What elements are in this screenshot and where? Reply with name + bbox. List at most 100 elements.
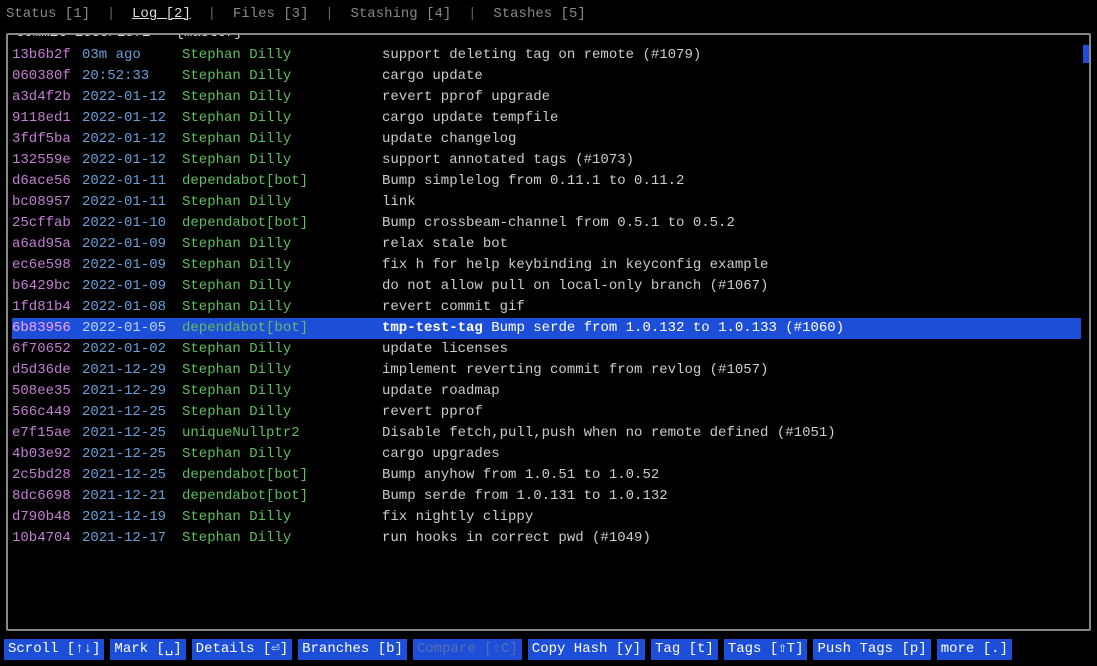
commit-message: run hooks in correct pwd (#1049) — [382, 528, 651, 549]
commit-author: dependabot[bot] — [182, 318, 382, 339]
commit-message: revert pprof — [382, 402, 483, 423]
action-scroll[interactable]: Scroll [↑↓] — [4, 639, 104, 660]
commit-message-text: revert commit gif — [382, 299, 525, 315]
commit-date: 2021-12-25 — [82, 402, 182, 423]
commit-author: Stephan Dilly — [182, 297, 382, 318]
commit-author: Stephan Dilly — [182, 444, 382, 465]
commit-row[interactable]: 10b47042021-12-17Stephan Dillyrun hooks … — [12, 528, 1081, 549]
tab-separator: | — [308, 4, 350, 25]
commit-hash: 508ee35 — [12, 381, 82, 402]
commit-row[interactable]: 132559e2022-01-12Stephan Dillysupport an… — [12, 150, 1081, 171]
footer-actions: Scroll [↑↓] Mark [␣] Details [⏎] Branches [… — [0, 635, 1097, 666]
action-more[interactable]: more [.] — [937, 639, 1012, 660]
commit-row[interactable]: a3d4f2b2022-01-12Stephan Dillyrevert ppr… — [12, 87, 1081, 108]
commit-row[interactable]: ec6e5982022-01-09Stephan Dillyfix h for … — [12, 255, 1081, 276]
commit-row[interactable]: b6429bc2022-01-09Stephan Dillydo not all… — [12, 276, 1081, 297]
commit-date: 2022-01-12 — [82, 108, 182, 129]
tab-files[interactable]: Files [3] — [233, 4, 309, 25]
commit-author: Stephan Dilly — [182, 66, 382, 87]
commit-date: 2022-01-11 — [82, 171, 182, 192]
commit-hash: 2c5bd28 — [12, 465, 82, 486]
commit-row[interactable]: 6f706522022-01-02Stephan Dillyupdate lic… — [12, 339, 1081, 360]
tab-separator: | — [90, 4, 132, 25]
commit-row[interactable]: 4b03e922021-12-25Stephan Dillycargo upgr… — [12, 444, 1081, 465]
commit-row[interactable]: 060380f20:52:33Stephan Dillycargo update — [12, 66, 1081, 87]
tab-bar: Status [1] | Log [2] | Files [3] | Stash… — [0, 0, 1097, 29]
commit-hash: 9118ed1 — [12, 108, 82, 129]
commit-row[interactable]: a6ad95a2022-01-09Stephan Dillyrelax stal… — [12, 234, 1081, 255]
commit-row[interactable]: 9118ed12022-01-12Stephan Dillycargo upda… — [12, 108, 1081, 129]
commit-row[interactable]: d790b482021-12-19Stephan Dillyfix nightl… — [12, 507, 1081, 528]
action-mark[interactable]: Mark [␣] — [110, 639, 185, 660]
tab-log[interactable]: Log [2] — [132, 4, 191, 25]
action-details[interactable]: Details [⏎] — [192, 639, 292, 660]
action-branches[interactable]: Branches [b] — [298, 639, 407, 660]
commit-date: 2021-12-25 — [82, 444, 182, 465]
commit-hash: b6429bc — [12, 276, 82, 297]
commit-hash: 4b03e92 — [12, 444, 82, 465]
scrollbar-thumb[interactable] — [1083, 45, 1089, 63]
commit-hash: 10b4704 — [12, 528, 82, 549]
commit-message-text: Bump simplelog from 0.11.1 to 0.11.2 — [382, 173, 684, 189]
commit-author: dependabot[bot] — [182, 465, 382, 486]
commit-message: fix h for help keybinding in keyconfig e… — [382, 255, 768, 276]
commit-author: Stephan Dilly — [182, 192, 382, 213]
tab-status[interactable]: Status [1] — [6, 4, 90, 25]
commit-message-text: do not allow pull on local-only branch (… — [382, 278, 768, 294]
commit-date: 2022-01-11 — [82, 192, 182, 213]
commit-author: dependabot[bot] — [182, 213, 382, 234]
action-copy[interactable]: Copy Hash [y] — [528, 639, 645, 660]
commit-row[interactable]: 566c4492021-12-25Stephan Dillyrevert ppr… — [12, 402, 1081, 423]
commit-message: Disable fetch,pull,push when no remote d… — [382, 423, 836, 444]
commit-row[interactable]: 6b839562022-01-05dependabot[bot]tmp-test… — [12, 318, 1081, 339]
commit-hash: d5d36de — [12, 360, 82, 381]
commit-message: update changelog — [382, 129, 516, 150]
commit-author: Stephan Dilly — [182, 255, 382, 276]
commit-author: uniqueNullptr2 — [182, 423, 382, 444]
commit-author: Stephan Dilly — [182, 339, 382, 360]
commit-date: 2021-12-19 — [82, 507, 182, 528]
commit-message-text: Bump serde from 1.0.132 to 1.0.133 (#106… — [491, 320, 844, 336]
tab-stashing[interactable]: Stashing [4] — [351, 4, 452, 25]
commit-row[interactable]: 13b6b2f03m agoStephan Dillysupport delet… — [12, 45, 1081, 66]
commit-message-text: Bump crossbeam-channel from 0.5.1 to 0.5… — [382, 215, 735, 231]
commit-date: 2022-01-08 — [82, 297, 182, 318]
commit-row[interactable]: 25cffab2022-01-10dependabot[bot]Bump cro… — [12, 213, 1081, 234]
commit-message-text: run hooks in correct pwd (#1049) — [382, 530, 651, 546]
commit-message-text: link — [382, 194, 416, 210]
commit-message: do not allow pull on local-only branch (… — [382, 276, 768, 297]
commit-message: link — [382, 192, 416, 213]
commit-author: Stephan Dilly — [182, 108, 382, 129]
commit-hash: bc08957 — [12, 192, 82, 213]
commit-row[interactable]: bc089572022-01-11Stephan Dillylink — [12, 192, 1081, 213]
action-push[interactable]: Push Tags [p] — [813, 639, 930, 660]
commit-date: 2022-01-09 — [82, 234, 182, 255]
commit-row[interactable]: d6ace562022-01-11dependabot[bot]Bump sim… — [12, 171, 1081, 192]
commit-row[interactable]: 3fdf5ba2022-01-12Stephan Dillyupdate cha… — [12, 129, 1081, 150]
commit-message-text: Bump anyhow from 1.0.51 to 1.0.52 — [382, 467, 659, 483]
commit-row[interactable]: d5d36de2021-12-29Stephan Dillyimplement … — [12, 360, 1081, 381]
commit-author: dependabot[bot] — [182, 171, 382, 192]
commit-row[interactable]: 508ee352021-12-29Stephan Dillyupdate roa… — [12, 381, 1081, 402]
commit-message-text: Bump serde from 1.0.131 to 1.0.132 — [382, 488, 668, 504]
commit-author: Stephan Dilly — [182, 45, 382, 66]
commit-message: fix nightly clippy — [382, 507, 533, 528]
commit-message: update licenses — [382, 339, 508, 360]
commit-list[interactable]: 13b6b2f03m agoStephan Dillysupport delet… — [8, 35, 1089, 629]
commit-message: Bump crossbeam-channel from 0.5.1 to 0.5… — [382, 213, 735, 234]
commit-message-text: update licenses — [382, 341, 508, 357]
commit-row[interactable]: 1fd81b42022-01-08Stephan Dillyrevert com… — [12, 297, 1081, 318]
commit-date: 2022-01-12 — [82, 87, 182, 108]
tab-separator: | — [191, 4, 233, 25]
commit-row[interactable]: e7f15ae2021-12-25uniqueNullptr2Disable f… — [12, 423, 1081, 444]
commit-message-text: relax stale bot — [382, 236, 508, 252]
commit-row[interactable]: 8dc66982021-12-21dependabot[bot]Bump ser… — [12, 486, 1081, 507]
commit-message-text: revert pprof — [382, 404, 483, 420]
action-tag[interactable]: Tag [t] — [651, 639, 718, 660]
commit-author: dependabot[bot] — [182, 486, 382, 507]
action-tags[interactable]: Tags [⇧T] — [724, 639, 808, 660]
commit-row[interactable]: 2c5bd282021-12-25dependabot[bot]Bump any… — [12, 465, 1081, 486]
tab-stashes[interactable]: Stashes [5] — [493, 4, 585, 25]
commit-date: 2021-12-21 — [82, 486, 182, 507]
commit-author: Stephan Dilly — [182, 276, 382, 297]
